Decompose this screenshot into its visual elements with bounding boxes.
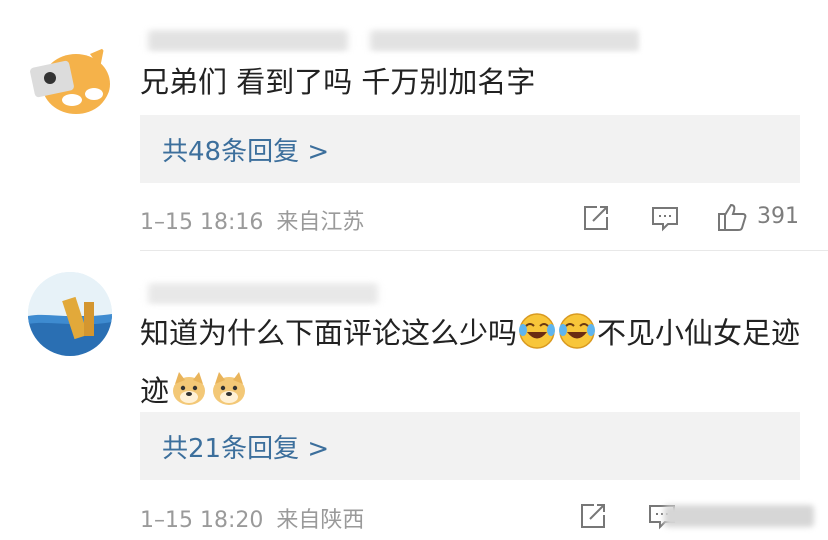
comment-text: 兄弟们 看到了吗 千万别加名字 <box>140 65 536 99</box>
doge-emoji <box>173 372 206 405</box>
reply-count-link[interactable]: 共21条回复 > <box>162 428 329 465</box>
comment-1: 兄弟们 看到了吗 千万别加名字 共48条回复 > 1–15 18:16 来自江苏… <box>0 0 828 251</box>
thumbs-up-icon[interactable] <box>716 201 748 233</box>
comment-meta: 1–15 18:20 来自陕西 <box>140 502 364 534</box>
watermark-overlay <box>664 499 824 533</box>
username-blurred[interactable] <box>140 281 640 305</box>
username-blurred[interactable] <box>140 28 640 52</box>
reply-count-link[interactable]: 共48条回复 > <box>162 131 329 168</box>
timestamp: 1–15 18:20 <box>140 508 264 533</box>
timestamp: 1–15 18:16 <box>140 210 264 235</box>
comment-meta: 1–15 18:16 来自江苏 <box>140 204 364 236</box>
avatar-photo-image <box>28 272 112 356</box>
avatar[interactable] <box>28 272 112 356</box>
doge-emoji <box>213 372 246 405</box>
location: 来自江苏 <box>276 210 365 235</box>
comment-text-part-1: 知道为什么下面评论这么少吗 <box>140 316 518 350</box>
cry-laugh-emoji <box>559 313 596 349</box>
comment-2: 知道为什么下面评论这么少吗 不见小仙女足迹 迹 共21条回复 > 1–15 18:… <box>0 251 828 540</box>
like-count: 391 <box>757 204 799 229</box>
comment-text: 知道为什么下面评论这么少吗 不见小仙女足迹 迹 <box>140 304 810 420</box>
comment-text-part-2: 不见小仙女足迹 <box>597 316 801 350</box>
cry-laugh-emoji <box>519 313 556 349</box>
avatar[interactable] <box>28 34 112 118</box>
share-icon[interactable] <box>578 501 608 531</box>
comment-icon[interactable] <box>650 203 680 233</box>
reply-summary[interactable]: 共21条回复 > <box>140 412 800 480</box>
avatar-cat-image <box>28 34 112 118</box>
location: 来自陕西 <box>276 508 365 533</box>
share-icon[interactable] <box>581 203 611 233</box>
reply-summary[interactable]: 共48条回复 > <box>140 115 800 183</box>
